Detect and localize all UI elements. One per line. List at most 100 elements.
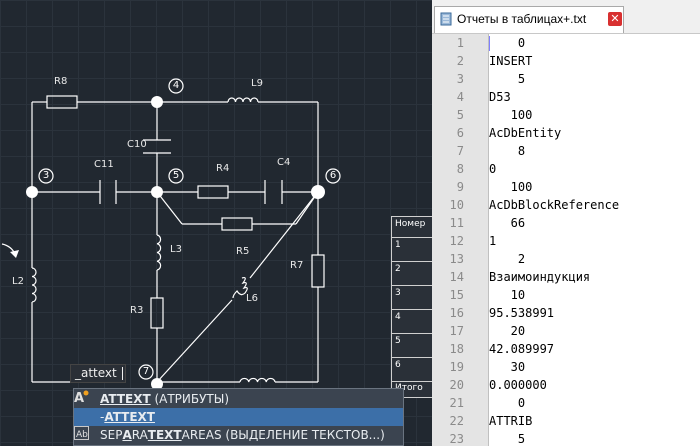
tab-file[interactable]: Отчеты в таблицах+.txt ✕	[434, 6, 624, 33]
editor-line[interactable]: 16 95.538991	[432, 304, 700, 322]
line-number: 7	[456, 144, 464, 158]
line-text: 100	[489, 108, 533, 122]
editor-line[interactable]: 15 10	[432, 286, 700, 304]
editor-line[interactable]: 5 100	[432, 106, 700, 124]
line-number: 6	[456, 126, 464, 140]
table-row: 6	[392, 357, 432, 382]
editor-line[interactable]: 3 5	[432, 70, 700, 88]
line-number: 21	[449, 396, 464, 410]
line-number: 12	[449, 234, 464, 248]
line-text: 66	[489, 216, 526, 230]
line-number: 1	[456, 36, 464, 50]
label-r5: R5	[236, 246, 250, 257]
suggestion-dash-attext[interactable]: -ATTEXT	[74, 408, 403, 426]
line-text: 10	[489, 288, 526, 302]
line-text: 0	[489, 162, 497, 176]
line-text: 5	[489, 72, 526, 86]
line-number: 3	[456, 72, 464, 86]
line-text: 30	[489, 360, 526, 374]
cad-drawing-area[interactable]: R8 L9 C10 C11 R4 C4 L3 R5 R7 L2 R3 L6 4 …	[0, 0, 432, 446]
text-caret	[489, 36, 490, 51]
line-text: 95.538991	[489, 306, 555, 320]
table-row: 5	[392, 333, 432, 358]
editor-line[interactable]: 2 INSERT	[432, 52, 700, 70]
tab-bar: Отчеты в таблицах+.txt ✕	[432, 0, 700, 34]
label-l3: L3	[170, 244, 182, 255]
line-text: 0	[489, 36, 526, 50]
node-6: 6	[329, 170, 337, 181]
label-l6: L6	[246, 293, 258, 304]
editor-line[interactable]: 7 8	[432, 142, 700, 160]
editor-line[interactable]: 18 42.089997	[432, 340, 700, 358]
editor-line[interactable]: 22 ATTRIB	[432, 412, 700, 430]
editor-line[interactable]: 17 20	[432, 322, 700, 340]
editor-line[interactable]: 80	[432, 160, 700, 178]
svg-text:A: A	[74, 391, 84, 404]
text-caret	[121, 367, 123, 380]
editor-line[interactable]: 21 0	[432, 394, 700, 412]
line-text: D53	[489, 90, 511, 104]
line-number: 20	[449, 378, 464, 392]
line-number: 11	[449, 216, 464, 230]
separate-text-icon: Ab	[74, 426, 89, 440]
line-text: INSERT	[489, 54, 533, 68]
editor-line[interactable]: 6 AcDbEntity	[432, 124, 700, 142]
label-c11: C11	[94, 159, 114, 170]
line-text: Взаимоиндукция	[489, 270, 591, 284]
line-number: 8	[456, 162, 464, 176]
table-row: 4	[392, 309, 432, 334]
editor-line[interactable]: 9 100	[432, 178, 700, 196]
label-r3: R3	[130, 305, 144, 316]
label-r7: R7	[290, 260, 304, 271]
label-l9: L9	[251, 78, 263, 89]
editor-line[interactable]: 13 2	[432, 250, 700, 268]
editor-line[interactable]: 23 5	[432, 430, 700, 446]
line-number: 14	[449, 270, 464, 284]
command-autocomplete[interactable]: A ATTEXT (АТРИБУТЫ) -ATTEXT Ab SEPARATEX…	[73, 388, 404, 446]
line-text: 0.000000	[489, 378, 547, 392]
label-c10: C10	[127, 139, 147, 150]
node-5: 5	[172, 170, 180, 181]
report-table[interactable]: Номер 1 2 3 4 5 6 Итого	[391, 216, 432, 398]
file-icon	[440, 12, 452, 26]
line-text: 8	[489, 144, 526, 158]
line-text: AcDbEntity	[489, 126, 562, 140]
circuit-schematic	[1, 78, 341, 390]
node-4: 4	[172, 80, 180, 91]
line-text: 0	[489, 396, 526, 410]
text-editor-panel: Отчеты в таблицах+.txt ✕ 1 0 2 INSERT 3 5 4 D…	[432, 0, 700, 446]
line-text: 100	[489, 180, 533, 194]
editor-line[interactable]: 19 30	[432, 358, 700, 376]
line-text: AcDbBlockReference	[489, 198, 620, 212]
line-number: 19	[449, 360, 464, 374]
node-3: 3	[42, 170, 50, 181]
line-text: 5	[489, 432, 526, 446]
editor-line[interactable]: 11 66	[432, 214, 700, 232]
node-7: 7	[142, 366, 150, 377]
line-number: 10	[449, 198, 464, 212]
suggestion-separatetextareas[interactable]: Ab SEPARATEXTAREAS (ВЫДЕЛЕНИЕ ТЕКСТОВ...…	[74, 426, 403, 444]
attext-icon: A	[74, 390, 89, 404]
editor-line[interactable]: 14 Взаимоиндукция	[432, 268, 700, 286]
line-number: 9	[456, 180, 464, 194]
editor-line[interactable]: 10 AcDbBlockReference	[432, 196, 700, 214]
command-input[interactable]: _attext	[70, 364, 126, 383]
label-r4: R4	[216, 163, 230, 174]
editor-line[interactable]: 20 0.000000	[432, 376, 700, 394]
line-number: 5	[456, 108, 464, 122]
close-tab-icon[interactable]: ✕	[608, 12, 622, 26]
editor-line[interactable]: 4 D53	[432, 88, 700, 106]
line-text: 1	[489, 234, 497, 248]
line-number: 23	[449, 432, 464, 446]
editor-line[interactable]: 1 0	[432, 34, 700, 52]
editor-line[interactable]: 12 1	[432, 232, 700, 250]
line-number: 16	[449, 306, 464, 320]
table-row: 3	[392, 285, 432, 310]
svg-text:Ab: Ab	[76, 430, 88, 440]
line-text: 20	[489, 324, 526, 338]
table-header: Номер	[395, 219, 426, 229]
line-number: 22	[449, 414, 464, 428]
table-row: 1	[392, 237, 432, 262]
line-text: ATTRIB	[489, 414, 533, 428]
suggestion-attext[interactable]: A ATTEXT (АТРИБУТЫ)	[74, 390, 403, 408]
